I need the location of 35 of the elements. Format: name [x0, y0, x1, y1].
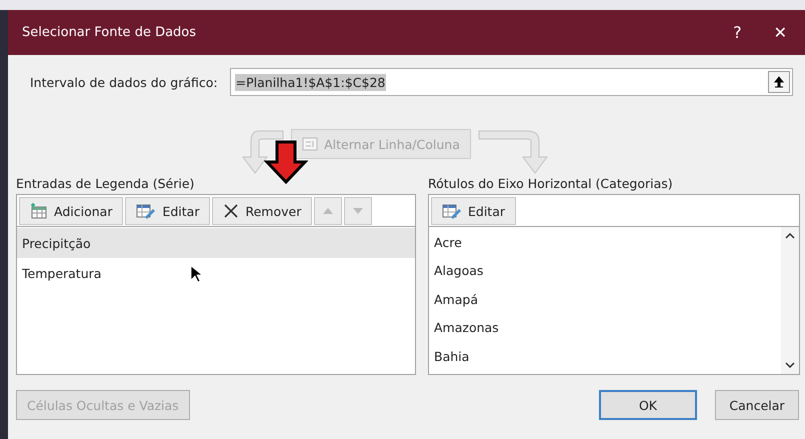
curved-arrow-icon — [241, 129, 286, 175]
panel-title: Rótulos do Eixo Horizontal (Categorias) — [428, 176, 674, 191]
down-triangle-icon — [353, 208, 364, 214]
table-add-icon — [30, 203, 48, 219]
list-item[interactable]: Precipitção — [17, 228, 415, 258]
panel-title: Entradas de Legenda (Série) — [16, 176, 196, 191]
list-item[interactable]: Temperatura — [17, 258, 415, 288]
table-edit-icon — [442, 203, 462, 219]
mouse-cursor-icon — [190, 265, 202, 283]
list-item[interactable]: Acre — [429, 228, 781, 256]
list-item[interactable]: Amazonas — [429, 314, 781, 342]
up-arrow-icon — [774, 76, 784, 88]
list-item[interactable]: Amapá — [429, 285, 781, 314]
collapse-button[interactable] — [768, 71, 790, 93]
input-field[interactable]: =Planilha1!$A$1:$C$28 — [230, 68, 793, 96]
add-button[interactable]: Adicionar — [19, 197, 124, 225]
down-arrow-icon — [264, 140, 308, 184]
switch-icon — [302, 137, 318, 151]
remove-button[interactable]: Remover — [212, 197, 312, 225]
chevron-down-icon — [785, 362, 795, 368]
table-edit-icon — [136, 203, 156, 219]
close-button[interactable]: ✕ — [768, 23, 793, 42]
dialog-button[interactable]: OK — [599, 390, 697, 420]
chevron-up-icon — [785, 233, 795, 239]
edit-button[interactable]: Editar — [125, 197, 210, 225]
list-item[interactable]: Alagoas — [429, 256, 781, 285]
field-value: =Planilha1!$A$1:$C$28 — [234, 74, 386, 90]
close-icon — [223, 203, 240, 219]
up-triangle-icon — [323, 208, 334, 214]
list-item[interactable]: Bahia — [429, 342, 781, 370]
window-title: Selecionar Fonte de Dados — [22, 25, 198, 40]
dialog-button[interactable]: Cancelar — [715, 390, 799, 420]
edit-button[interactable]: Editar — [431, 197, 516, 225]
help-button[interactable]: ? — [727, 23, 748, 42]
field-label: Intervalo de dados do gráfico: — [30, 74, 218, 90]
